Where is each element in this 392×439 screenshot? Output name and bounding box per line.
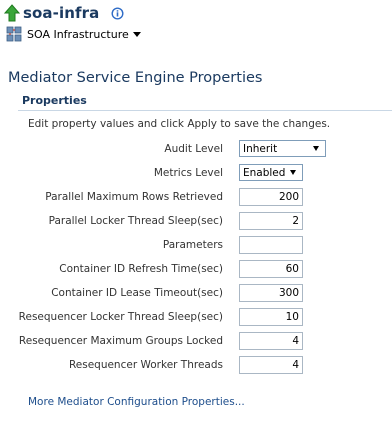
target-header: soa-infra xyxy=(4,3,124,23)
soa-infrastructure-icon xyxy=(6,26,22,42)
audit-level-label: Audit Level xyxy=(164,143,223,155)
row-metrics-level: Metrics Level Enabled xyxy=(0,164,392,182)
row-parallel-max-rows: Parallel Maximum Rows Retrieved xyxy=(0,188,392,206)
section-title: Properties xyxy=(22,94,87,107)
parallel-max-rows-input[interactable] xyxy=(239,188,303,206)
row-reseq-max-groups: Resequencer Maximum Groups Locked xyxy=(0,332,392,350)
audit-level-select[interactable]: Inherit xyxy=(239,140,326,157)
dropdown-arrow-icon xyxy=(290,170,296,175)
reseq-worker-threads-label: Resequencer Worker Threads xyxy=(68,359,223,371)
metrics-level-value: Enabled xyxy=(243,166,286,179)
up-arrow-icon xyxy=(4,4,20,22)
row-parameters: Parameters xyxy=(0,236,392,254)
target-menu-label: SOA Infrastructure xyxy=(27,27,129,41)
row-reseq-locker-sleep: Resequencer Locker Thread Sleep(sec) xyxy=(0,308,392,326)
row-reseq-worker-threads: Resequencer Worker Threads xyxy=(0,356,392,374)
row-container-lease: Container ID Lease Timeout(sec) xyxy=(0,284,392,302)
container-lease-input[interactable] xyxy=(239,284,303,302)
page-title: Mediator Service Engine Properties xyxy=(8,70,263,86)
reseq-max-groups-label: Resequencer Maximum Groups Locked xyxy=(18,335,223,347)
more-config-link[interactable]: More Mediator Configuration Properties..… xyxy=(28,396,245,408)
parallel-locker-sleep-input[interactable] xyxy=(239,212,303,230)
instructions-text: Edit property values and click Apply to … xyxy=(28,118,331,130)
target-name: soa-infra xyxy=(23,4,100,22)
metrics-level-label: Metrics Level xyxy=(153,167,223,179)
container-lease-label: Container ID Lease Timeout(sec) xyxy=(51,287,223,299)
metrics-level-select[interactable]: Enabled xyxy=(239,164,303,181)
parallel-locker-sleep-label: Parallel Locker Thread Sleep(sec) xyxy=(48,215,223,227)
parameters-input[interactable] xyxy=(239,236,303,254)
parallel-max-rows-label: Parallel Maximum Rows Retrieved xyxy=(45,191,223,203)
parameters-label: Parameters xyxy=(162,239,223,251)
row-container-refresh: Container ID Refresh Time(sec) xyxy=(0,260,392,278)
reseq-locker-sleep-label: Resequencer Locker Thread Sleep(sec) xyxy=(18,311,223,323)
row-parallel-locker-sleep: Parallel Locker Thread Sleep(sec) xyxy=(0,212,392,230)
info-icon[interactable] xyxy=(111,7,124,20)
properties-section-header: Properties xyxy=(18,92,392,111)
audit-level-value: Inherit xyxy=(243,142,278,155)
reseq-worker-threads-input[interactable] xyxy=(239,356,303,374)
reseq-locker-sleep-input[interactable] xyxy=(239,308,303,326)
chevron-down-icon xyxy=(132,31,141,37)
container-refresh-label: Container ID Refresh Time(sec) xyxy=(59,263,223,275)
row-audit-level: Audit Level Inherit xyxy=(0,140,392,158)
dropdown-arrow-icon xyxy=(313,146,319,151)
container-refresh-input[interactable] xyxy=(239,260,303,278)
target-menu[interactable]: SOA Infrastructure xyxy=(6,26,141,42)
reseq-max-groups-input[interactable] xyxy=(239,332,303,350)
